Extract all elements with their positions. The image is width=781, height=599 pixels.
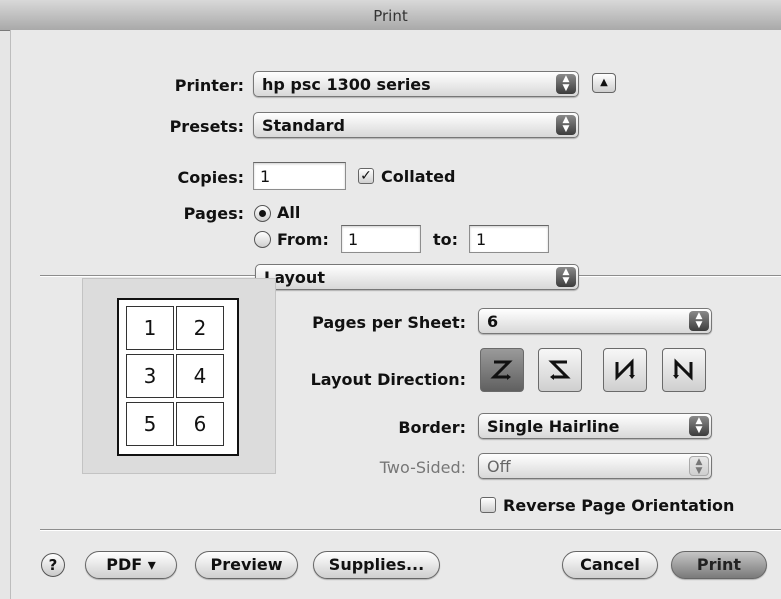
two-sided-value: Off bbox=[487, 457, 511, 476]
z-left-right-icon[interactable] bbox=[480, 348, 524, 392]
supplies-button[interactable]: Supplies... bbox=[313, 551, 440, 579]
popup-arrows-icon: ▲ ▼ bbox=[689, 416, 709, 436]
printer-label: Printer: bbox=[174, 76, 244, 95]
pages-per-sheet-value: 6 bbox=[487, 312, 499, 331]
border-label: Border: bbox=[398, 418, 466, 437]
pages-label: Pages: bbox=[183, 204, 244, 223]
title-bar: Print bbox=[0, 0, 781, 31]
two-sided-popup[interactable]: Off ▲ ▼ bbox=[478, 453, 712, 479]
cancel-button[interactable]: Cancel bbox=[562, 551, 658, 579]
pages-all-label: All bbox=[277, 203, 301, 222]
popup-arrows-icon: ▲ ▼ bbox=[556, 74, 576, 94]
print-dialog: Print Printer: hp psc 1300 series ▲ ▼ ▲ P… bbox=[0, 0, 781, 599]
triangle-up-icon[interactable]: ▲ bbox=[592, 73, 616, 93]
pages-to-field[interactable]: 1 bbox=[469, 225, 549, 253]
s-reverse-icon[interactable] bbox=[538, 348, 582, 392]
copies-field[interactable]: 1 bbox=[253, 162, 346, 190]
n-reverse-icon[interactable] bbox=[662, 348, 706, 392]
popup-arrows-icon: ▲ ▼ bbox=[689, 311, 709, 331]
printer-popup[interactable]: hp psc 1300 series ▲ ▼ bbox=[253, 71, 579, 97]
preview-cell: 5 bbox=[126, 402, 174, 446]
two-sided-label: Two-Sided: bbox=[379, 458, 466, 477]
print-button[interactable]: Print bbox=[671, 551, 767, 579]
presets-popup[interactable]: Standard ▲ ▼ bbox=[253, 112, 579, 138]
pages-to-label: to: bbox=[433, 230, 459, 249]
pages-all-radio[interactable] bbox=[254, 205, 271, 222]
preview-cell: 1 bbox=[126, 306, 174, 350]
copies-value: 1 bbox=[260, 167, 271, 186]
pages-from-label: From: bbox=[277, 230, 329, 249]
pages-per-sheet-popup[interactable]: 6 ▲ ▼ bbox=[478, 308, 712, 334]
pdf-menu-button[interactable]: PDF ▾ bbox=[85, 551, 177, 579]
border-value: Single Hairline bbox=[487, 417, 620, 436]
reverse-orientation-checkbox[interactable] bbox=[480, 497, 496, 513]
help-button[interactable]: ? bbox=[41, 553, 65, 577]
popup-arrows-icon: ▲ ▼ bbox=[689, 456, 709, 476]
preview-cell: 4 bbox=[176, 354, 224, 398]
layout-direction-label: Layout Direction: bbox=[310, 370, 466, 389]
pages-per-sheet-label: Pages per Sheet: bbox=[312, 313, 466, 332]
reverse-orientation-label: Reverse Page Orientation bbox=[503, 496, 735, 515]
preview-cell: 3 bbox=[126, 354, 174, 398]
preview-cell: 6 bbox=[176, 402, 224, 446]
presets-value: Standard bbox=[262, 116, 345, 135]
preview-button[interactable]: Preview bbox=[195, 551, 298, 579]
n-top-bottom-icon[interactable] bbox=[603, 348, 647, 392]
collated-checkbox[interactable]: ✓ bbox=[358, 168, 374, 184]
printer-value: hp psc 1300 series bbox=[262, 75, 431, 94]
collated-label: Collated bbox=[381, 167, 456, 186]
pages-from-field[interactable]: 1 bbox=[341, 225, 421, 253]
preview-cell: 2 bbox=[176, 306, 224, 350]
pages-from-radio[interactable] bbox=[254, 231, 271, 248]
footer-separator bbox=[40, 529, 781, 531]
presets-label: Presets: bbox=[169, 117, 244, 136]
popup-arrows-icon: ▲ ▼ bbox=[556, 267, 576, 287]
preview-page: 1 2 3 4 5 6 bbox=[117, 298, 239, 456]
window-title: Print bbox=[373, 7, 408, 25]
pages-from-value: 1 bbox=[348, 230, 359, 249]
pages-to-value: 1 bbox=[476, 230, 487, 249]
popup-arrows-icon: ▲ ▼ bbox=[556, 115, 576, 135]
border-popup[interactable]: Single Hairline ▲ ▼ bbox=[478, 413, 712, 439]
copies-label: Copies: bbox=[177, 168, 244, 187]
section-popup[interactable]: Layout ▲ ▼ bbox=[255, 264, 579, 290]
